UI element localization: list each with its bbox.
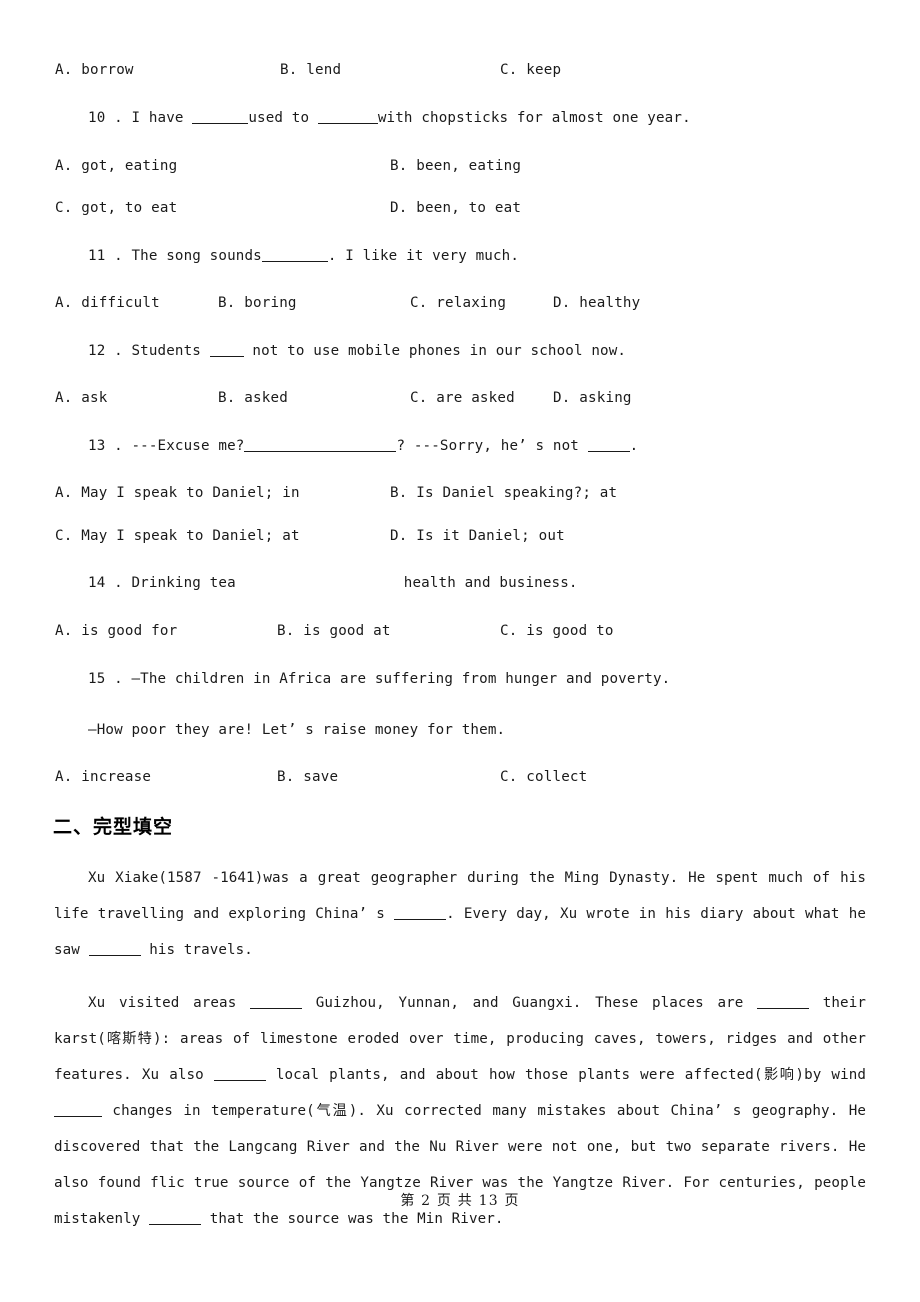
option-a[interactable]: A. ask <box>55 390 107 406</box>
q10-text-mid: used to <box>248 110 318 126</box>
cloze-blank-7[interactable] <box>149 1213 202 1225</box>
option-row-q13-cd: C. May I speak to Daniel; at D. Is it Da… <box>0 528 920 548</box>
q14-text-pre: 14 . Drinking tea <box>88 575 236 591</box>
q10-text-pre: 10 . I have <box>88 110 193 126</box>
q14-text-post: health and business. <box>403 575 578 591</box>
q10-blank-2[interactable] <box>317 112 378 124</box>
q13-blank-1[interactable] <box>244 440 397 452</box>
cloze-blank-4[interactable] <box>757 997 810 1009</box>
q13-text-mid: ? ---Sorry, he’ s not <box>396 438 588 454</box>
question-13-stem: 13 . ---Excuse me?? ---Sorry, he’ s not … <box>88 438 638 454</box>
page-footer: 第 2 页 共 13 页 <box>400 1193 520 1209</box>
option-row-q14: A. is good for B. is good at C. is good … <box>0 623 920 643</box>
option-d[interactable]: D. asking <box>553 390 632 406</box>
cloze-blank-6[interactable] <box>54 1105 102 1117</box>
option-d[interactable]: D. healthy <box>553 295 640 311</box>
option-d[interactable]: D. been, to eat <box>390 200 521 216</box>
question-15-stem-line2: —How poor they are! Let’ s raise money f… <box>88 722 506 738</box>
option-b[interactable]: B. asked <box>218 390 288 406</box>
cloze-blank-5[interactable] <box>213 1069 266 1081</box>
cloze-blank-3[interactable] <box>250 997 303 1009</box>
option-a[interactable]: A. is good for <box>55 623 177 639</box>
option-c[interactable]: C. May I speak to Daniel; at <box>55 528 300 544</box>
option-row-q12: A. ask B. asked C. are asked D. asking <box>0 390 920 410</box>
p1-text-3: his travels. <box>140 942 253 958</box>
q11-text-pre: 11 . The song sounds <box>88 248 262 264</box>
option-row-q11: A. difficult B. boring C. relaxing D. he… <box>0 295 920 315</box>
option-c[interactable]: C. collect <box>500 769 587 785</box>
q13-blank-2[interactable] <box>587 440 630 452</box>
option-b[interactable]: B. save <box>277 769 338 785</box>
option-a[interactable]: A. got, eating <box>55 158 177 174</box>
cloze-blank-1[interactable] <box>394 908 447 920</box>
q13-text-pre: 13 . ---Excuse me? <box>88 438 245 454</box>
option-row-q13-ab: A. May I speak to Daniel; in B. Is Danie… <box>0 485 920 505</box>
option-a[interactable]: A. difficult <box>55 295 160 311</box>
q11-blank-1[interactable] <box>261 250 328 262</box>
option-c[interactable]: C. is good to <box>500 623 614 639</box>
option-b[interactable]: B. lend <box>280 62 341 78</box>
option-row-q10-cd: C. got, to eat D. been, to eat <box>0 200 920 220</box>
cloze-paragraph-1: Xu Xiake(1587 -1641)was a great geograph… <box>54 860 866 968</box>
exam-page: A. borrow B. lend C. keep 10 . I have us… <box>0 0 920 1302</box>
question-11-stem: 11 . The song sounds . I like it very muc… <box>88 248 519 264</box>
q10-text-post: with chopsticks for almost one year. <box>377 110 691 126</box>
cloze-blank-2[interactable] <box>88 944 141 956</box>
q13-text-post: . <box>629 438 639 454</box>
q12-text-post: not to use mobile phones in our school n… <box>243 343 627 359</box>
q12-blank-1[interactable] <box>209 345 244 357</box>
q11-text-post: . I like it very much. <box>327 248 520 264</box>
option-d[interactable]: D. Is it Daniel; out <box>390 528 565 544</box>
p2-text-1: Xu visited areas <box>88 995 251 1011</box>
section-heading-cloze: 二、完型填空 <box>53 816 174 838</box>
option-c[interactable]: C. relaxing <box>410 295 506 311</box>
option-c[interactable]: C. got, to eat <box>55 200 177 216</box>
option-b[interactable]: B. Is Daniel speaking?; at <box>390 485 617 501</box>
option-row-q15: A. increase B. save C. collect <box>0 769 920 789</box>
option-a[interactable]: A. borrow <box>55 62 134 78</box>
p2-text-2: Guizhou, Yunnan, and Guangxi. These plac… <box>302 995 758 1011</box>
q14-blank-1[interactable] <box>236 576 404 587</box>
option-a[interactable]: A. May I speak to Daniel; in <box>55 485 300 501</box>
q12-text-pre: 12 . Students <box>88 343 210 359</box>
option-c[interactable]: C. keep <box>500 62 561 78</box>
option-c[interactable]: C. are asked <box>410 390 515 406</box>
question-10-stem: 10 . I have used to with chopsticks for … <box>88 110 691 126</box>
option-b[interactable]: B. been, eating <box>390 158 521 174</box>
question-14-stem: 14 . Drinking tea health and business. <box>88 575 578 591</box>
option-row-q10-ab: A. got, eating B. been, eating <box>0 158 920 178</box>
option-a[interactable]: A. increase <box>55 769 151 785</box>
q10-blank-1[interactable] <box>192 112 249 124</box>
option-row-q9: A. borrow B. lend C. keep <box>0 62 920 82</box>
option-b[interactable]: B. boring <box>218 295 297 311</box>
question-15-stem-line1: 15 . —The children in Africa are sufferi… <box>88 671 671 687</box>
p2-text-6: that the source was the Min River. <box>201 1211 504 1227</box>
p2-text-4: local plants, and about how those plants… <box>265 1067 866 1083</box>
option-b[interactable]: B. is good at <box>277 623 391 639</box>
question-12-stem: 12 . Students not to use mobile phones i… <box>88 343 626 359</box>
